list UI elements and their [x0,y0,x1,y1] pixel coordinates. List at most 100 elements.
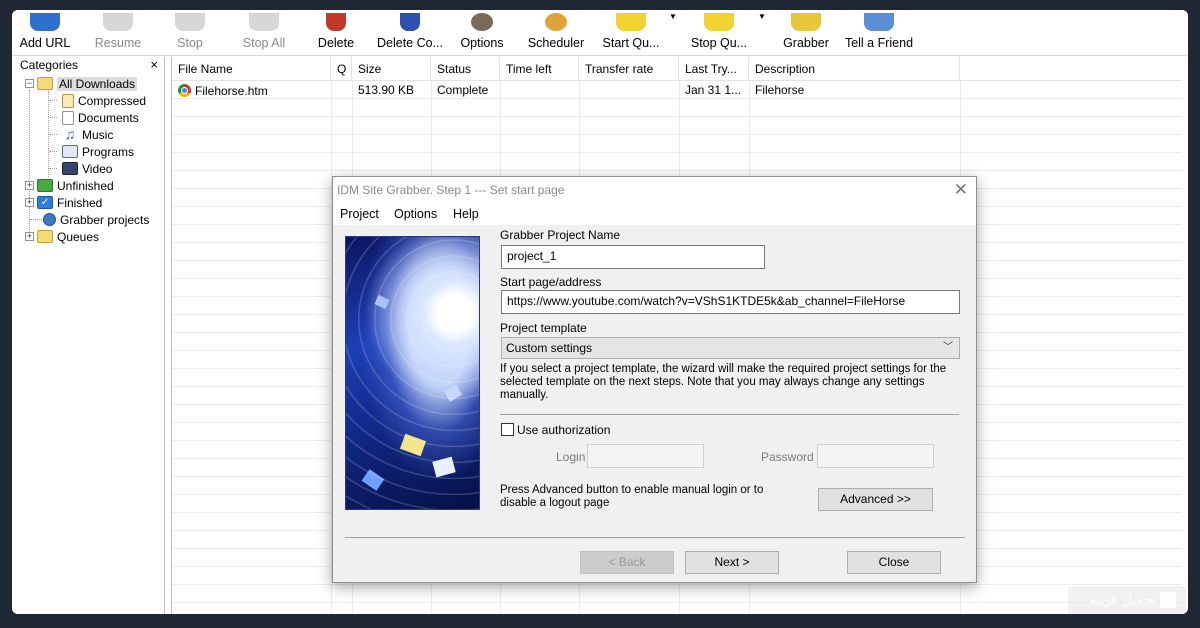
start-queue-dropdown-icon[interactable]: ▼ [669,12,677,21]
table-row [172,586,1182,603]
category-unfinished[interactable]: + Unfinished [25,177,114,194]
use-authorization-label[interactable]: Use authorization [517,423,610,437]
password-label: Password [761,450,814,464]
decorative-icon [346,237,479,509]
categories-panel: Categories × − All Downloads Compressed … [12,57,165,614]
category-compressed[interactable]: Compressed [62,92,146,109]
table-row [172,100,1182,117]
grabber-globe-illustration [345,236,480,510]
stop-icon [175,13,205,31]
advanced-button[interactable]: Advanced >> [818,488,933,511]
unfinished-icon [37,179,53,192]
start-queue-button[interactable]: Start Qu... [600,10,662,56]
queues-folder-icon [37,230,53,243]
stop-button[interactable]: Stop [172,10,208,56]
menu-help[interactable]: Help [453,207,479,221]
expand-icon[interactable]: + [25,232,34,241]
options-gear-icon [471,13,493,31]
dialog-title: IDM Site Grabber. Step 1 --- Set start p… [337,183,565,197]
category-music[interactable]: ♫ Music [62,126,114,143]
start-page-label: Start page/address [500,275,602,289]
project-name-input[interactable]: project_1 [501,245,765,269]
table-row [172,136,1182,153]
size-cell: 513.90 KB [358,83,415,97]
stop-queue-icon [704,13,734,31]
category-programs[interactable]: Programs [62,143,134,160]
tree-branch [49,134,57,135]
delete-completed-button[interactable]: Delete Co... [376,10,444,56]
divider [500,414,959,415]
project-name-label: Grabber Project Name [500,228,621,242]
category-grabber-projects[interactable]: Grabber projects [43,211,149,228]
options-button[interactable]: Options [458,10,506,56]
stop-queue-button[interactable]: Stop Qu... [688,10,750,56]
resume-button[interactable]: Resume [92,10,144,56]
project-template-select[interactable]: Custom settings ﹀ [501,337,960,359]
add-url-button[interactable]: Add URL [18,10,72,56]
column-last-try[interactable]: Last Try... [679,57,749,81]
tree-branch [49,100,57,101]
delete-icon [326,13,346,31]
finished-check-icon: ✓ [37,196,53,209]
close-button[interactable]: Close [847,551,941,574]
template-help-text: If you select a project template, the wi… [500,363,947,401]
chrome-icon [178,84,191,97]
start-page-input[interactable]: https://www.youtube.com/watch?v=VShS1KTD… [501,290,960,314]
menu-options[interactable]: Options [394,207,437,221]
collapse-icon[interactable]: − [25,79,34,88]
login-input[interactable] [587,444,704,468]
resume-icon [103,13,133,31]
column-status[interactable]: Status [431,57,500,81]
advanced-help-text: Press Advanced button to enable manual l… [500,484,764,509]
status-cell: Complete [437,83,489,97]
category-all-downloads[interactable]: − All Downloads [25,75,138,92]
project-template-label: Project template [500,321,587,335]
grabber-globe-icon [43,213,56,226]
password-input[interactable] [817,444,934,468]
next-button[interactable]: Next > [685,551,779,574]
stop-queue-dropdown-icon[interactable]: ▼ [758,12,766,21]
music-note-icon: ♫ [64,126,76,142]
category-queues[interactable]: + Queues [25,228,99,245]
tree-guide-line [29,90,30,240]
dialog-title-bar[interactable]: IDM Site Grabber. Step 1 --- Set start p… [333,177,976,205]
category-video[interactable]: Video [62,160,112,177]
column-queue[interactable]: Q [331,57,352,81]
table-row [172,154,1182,171]
column-description[interactable]: Description [749,57,960,81]
expand-icon[interactable]: + [25,198,34,207]
transfer-rate-cell [579,82,679,99]
tell-a-friend-button[interactable]: Tell a Friend [844,10,914,56]
use-authorization-checkbox[interactable] [501,423,514,436]
close-icon[interactable]: × [150,57,158,73]
column-file-name[interactable]: File Name [172,57,331,81]
divider [345,537,965,538]
table-row[interactable]: Filehorse.htm 513.90 KB Complete Jan 31 … [172,82,1182,99]
video-film-icon [62,162,78,175]
tree-branch [49,151,57,152]
category-documents[interactable]: Documents [62,109,139,126]
watermark-logo-icon [1160,592,1176,608]
column-time-left[interactable]: Time left [500,57,579,81]
grabber-button[interactable]: Grabber [782,10,830,56]
expand-icon[interactable]: + [25,181,34,190]
folder-open-icon [37,77,53,90]
file-name-cell: Filehorse.htm [172,82,331,99]
toolbar: Add URL Resume Stop Stop All Delete Dele… [12,10,1188,56]
tell-friend-icon [864,13,894,31]
delete-button[interactable]: Delete [315,10,357,56]
stop-all-button[interactable]: Stop All [238,10,290,56]
delete-completed-icon [400,13,420,31]
list-header: File Name Q Size Status Time left Transf… [172,57,1182,81]
close-icon[interactable]: ✕ [954,180,968,200]
last-try-cell: Jan 31 1... [685,83,742,97]
category-finished[interactable]: + ✓ Finished [25,194,102,211]
chevron-down-icon: ﹀ [943,342,953,353]
scheduler-button[interactable]: Scheduler [526,10,586,56]
stop-all-icon [249,13,279,31]
column-size[interactable]: Size [352,57,431,81]
column-transfer-rate[interactable]: Transfer rate [579,57,679,81]
back-button[interactable]: < Back [580,551,674,574]
dialog-menu-bar: Project Options Help [333,205,976,225]
menu-project[interactable]: Project [340,207,379,221]
